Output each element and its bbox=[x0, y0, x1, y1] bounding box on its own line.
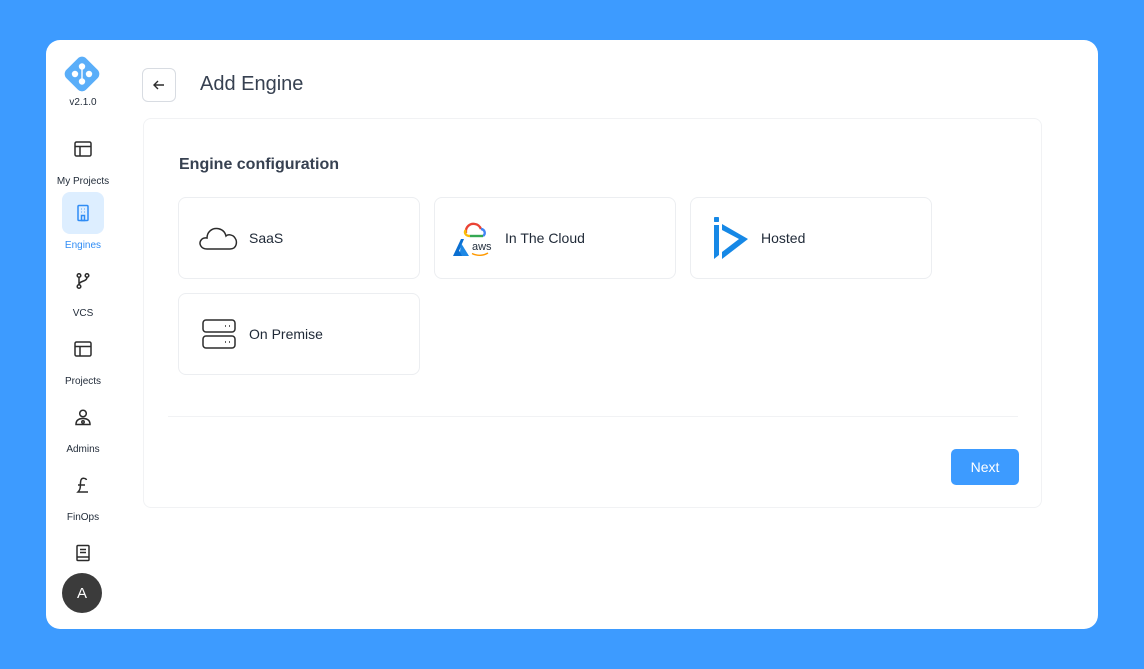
arrow-left-icon bbox=[153, 80, 164, 90]
sidebar-item-label: VCS bbox=[72, 308, 94, 319]
layout-icon bbox=[62, 128, 104, 170]
sidebar-item-engines[interactable]: Engines bbox=[46, 192, 120, 251]
option-card-in-the-cloud[interactable]: aws In The Cloud bbox=[434, 197, 676, 279]
git-branch-icon bbox=[62, 260, 104, 302]
sidebar-item-vcs[interactable]: VCS bbox=[46, 260, 120, 319]
option-card-saas[interactable]: SaaS bbox=[178, 197, 420, 279]
sidebar-item-label: Projects bbox=[64, 376, 102, 387]
option-card-on-premise[interactable]: On Premise bbox=[178, 293, 420, 375]
book-icon bbox=[62, 532, 104, 574]
sidebar-item-label: My Projects bbox=[56, 176, 110, 187]
option-label: SaaS bbox=[249, 230, 284, 246]
sidebar-item-admins[interactable]: Admins bbox=[46, 396, 120, 455]
cloud-icon bbox=[193, 214, 245, 262]
user-admin-icon bbox=[62, 396, 104, 438]
sidebar-item-finops[interactable]: FinOps bbox=[46, 464, 120, 523]
next-button[interactable]: Next bbox=[951, 449, 1019, 485]
building-icon bbox=[62, 192, 104, 234]
back-button[interactable] bbox=[142, 68, 176, 102]
sidebar-item-docs[interactable] bbox=[46, 532, 120, 574]
engine-configuration-panel: Engine configuration SaaS aws In The Clo… bbox=[143, 118, 1042, 508]
app-logo-icon[interactable] bbox=[63, 55, 101, 93]
app-version: v2.1.0 bbox=[69, 97, 97, 108]
app-window: v2.1.0 My Projects Engines VCS Projects … bbox=[46, 40, 1098, 629]
multi-cloud-icon: aws bbox=[449, 214, 501, 262]
option-label: Hosted bbox=[761, 230, 806, 246]
option-label: On Premise bbox=[249, 326, 323, 342]
hosted-logo-icon bbox=[705, 214, 757, 262]
sidebar-item-my-projects[interactable]: My Projects bbox=[46, 128, 120, 187]
page-title: Add Engine bbox=[200, 73, 304, 95]
divider bbox=[168, 416, 1018, 417]
sidebar-item-label: FinOps bbox=[66, 512, 100, 523]
sidebar-item-projects[interactable]: Projects bbox=[46, 328, 120, 387]
layout-icon bbox=[62, 328, 104, 370]
user-avatar[interactable]: A bbox=[62, 573, 102, 613]
sidebar-item-label: Admins bbox=[66, 444, 100, 455]
pound-icon bbox=[62, 464, 104, 506]
section-title: Engine configuration bbox=[179, 156, 339, 173]
option-card-hosted[interactable]: Hosted bbox=[690, 197, 932, 279]
svg-text:aws: aws bbox=[472, 241, 492, 253]
sidebar-item-label: Engines bbox=[64, 240, 102, 251]
option-label: In The Cloud bbox=[505, 230, 585, 246]
server-icon bbox=[193, 310, 245, 358]
sidebar: v2.1.0 My Projects Engines VCS Projects … bbox=[46, 40, 120, 629]
